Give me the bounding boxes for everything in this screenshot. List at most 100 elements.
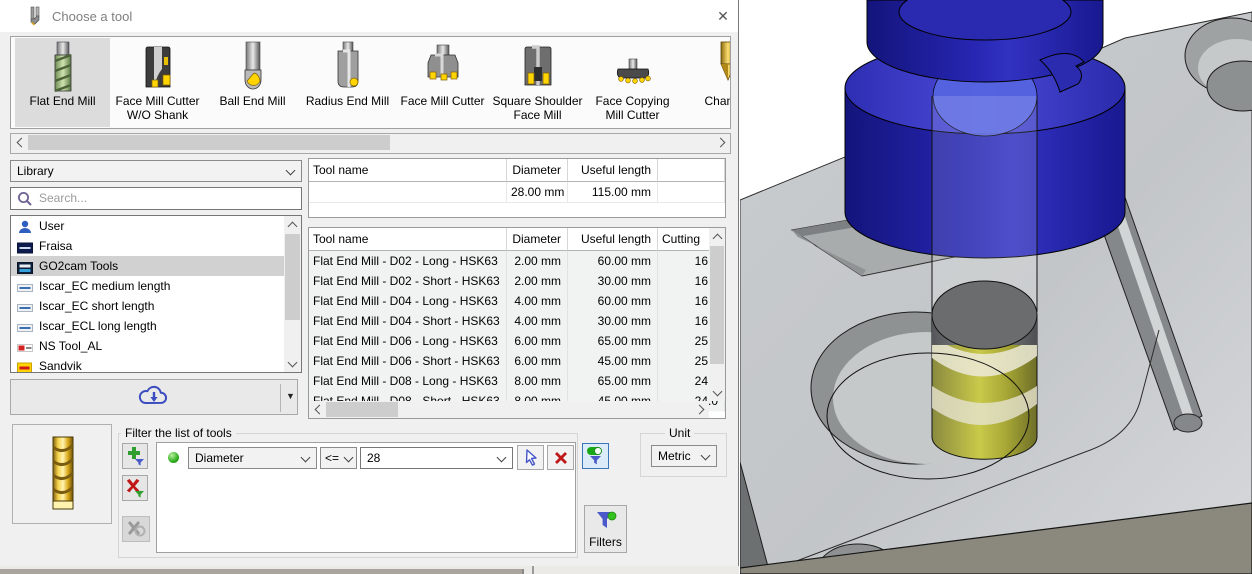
chamfer-tool-icon xyxy=(680,41,730,93)
tool-type-label: Flat End Mill xyxy=(29,94,96,108)
tool-strip-scrollbar[interactable] xyxy=(10,133,731,154)
library-list-item-label: Iscar_ECL long length xyxy=(39,319,157,333)
divider xyxy=(532,566,534,574)
tool-shank-and-flutes xyxy=(931,280,1038,460)
filters-funnel-icon xyxy=(596,511,616,528)
cad-3d-viewport[interactable] xyxy=(739,0,1252,574)
table-row[interactable]: Flat End Mill - D06 - Short - HSK63 6.00 … xyxy=(309,351,725,372)
table-cell xyxy=(309,182,507,203)
table-row[interactable]: Flat End Mill - D04 - Long - HSK63 4.00 m… xyxy=(309,291,725,312)
table-cell: 28.00 mm xyxy=(507,182,568,203)
choose-tool-dialog: Choose a tool ✕ Flat End Mill Face Mill C… xyxy=(0,0,739,567)
column-header[interactable]: Diameter xyxy=(507,159,568,182)
table-row[interactable]: Flat End Mill - D06 - Long - HSK63 6.00 m… xyxy=(309,331,725,352)
table-cell: 6.00 mm xyxy=(507,351,568,372)
library-list: User Fraisa GO2cam Tools Iscar_EC medium le… xyxy=(10,215,302,373)
column-header[interactable]: Tool name xyxy=(309,159,507,182)
tool-type-tile-face-mill-wo-shank[interactable]: Face Mill Cutter W/O Shank xyxy=(110,38,205,127)
library-list-item[interactable]: Iscar_ECL long length xyxy=(11,316,284,336)
library-list-item[interactable]: Iscar_EC short length xyxy=(11,296,284,316)
library-list-scrollbar[interactable] xyxy=(284,216,301,372)
add-filter-button[interactable] xyxy=(122,443,148,469)
library-combobox[interactable]: Library xyxy=(10,160,302,182)
column-header[interactable] xyxy=(658,159,725,182)
filter-operator-combobox[interactable]: <= xyxy=(320,447,357,469)
filters-button[interactable]: Filters xyxy=(584,505,627,553)
table-row[interactable]: 28.00 mm 115.00 mm xyxy=(309,182,725,203)
scrollbar-thumb[interactable] xyxy=(28,135,390,150)
filter-active-led xyxy=(168,452,179,463)
scrollbar-thumb[interactable] xyxy=(285,234,300,320)
tool-type-label: Face Mill Cutter W/O Shank xyxy=(115,94,200,122)
filter-enable-toggle-button[interactable] xyxy=(582,443,609,469)
pick-value-button[interactable] xyxy=(517,445,544,470)
table-row[interactable]: Flat End Mill - D08 - Long - HSK63 8.00 m… xyxy=(309,371,725,392)
toggle-funnel-icon xyxy=(586,447,602,465)
tool-type-tile-face-mill-cutter[interactable]: Face Mill Cutter xyxy=(395,38,490,127)
unit-groupbox-title: Unit xyxy=(665,426,695,440)
unit-groupbox: Unit Metric xyxy=(640,426,727,477)
clear-filter-button-disabled[interactable] xyxy=(122,516,150,542)
column-header[interactable]: Tool name xyxy=(309,228,507,251)
results-vscrollbar[interactable] xyxy=(709,228,725,401)
library-list-item[interactable]: Sandvik xyxy=(11,356,284,372)
scrollbar-thumb[interactable] xyxy=(326,402,398,417)
face-copying-mill-cutter-icon xyxy=(585,41,680,93)
tool-type-tile-face-copying-mill-cutter[interactable]: Face Copying Mill Cutter xyxy=(585,38,680,127)
tool-type-tile-ball-end-mill[interactable]: Ball End Mill xyxy=(205,38,300,127)
tool-type-tile-flat-end-mill[interactable]: Flat End Mill xyxy=(15,38,110,127)
delete-filter-row-button[interactable] xyxy=(547,445,574,470)
unit-combobox[interactable]: Metric xyxy=(651,445,717,467)
table-cell: Flat End Mill - D04 - Short - HSK63 xyxy=(309,311,507,332)
scroll-up-icon[interactable] xyxy=(709,228,725,245)
library-list-item[interactable]: Fraisa xyxy=(11,236,284,256)
download-library-button[interactable]: ▼ xyxy=(10,379,298,415)
download-dropdown-icon[interactable]: ▼ xyxy=(286,391,295,401)
nstool-logo xyxy=(17,340,33,352)
table-row[interactable]: Flat End Mill - D04 - Short - HSK63 4.00 … xyxy=(309,311,725,332)
scroll-left-icon[interactable] xyxy=(11,134,28,151)
library-list-item[interactable]: NS Tool_AL xyxy=(11,336,284,356)
close-icon[interactable]: ✕ xyxy=(710,4,736,28)
scroll-right-icon[interactable] xyxy=(713,134,730,151)
table-cell: Flat End Mill - D08 - Long - HSK63 xyxy=(309,371,507,392)
scroll-down-icon[interactable] xyxy=(709,384,725,401)
library-list-item[interactable]: GO2cam Tools xyxy=(11,256,284,276)
library-search-box[interactable]: Search... xyxy=(10,187,302,210)
library-list-item-label: NS Tool_AL xyxy=(39,339,103,353)
dialog-titlebar[interactable]: Choose a tool ✕ xyxy=(0,0,738,32)
tool-type-tile-chamfer-tool[interactable]: Chamfer xyxy=(680,38,730,127)
transparent-tool-shank xyxy=(931,96,1038,312)
table-cell: 30.00 mm xyxy=(568,271,658,292)
disabled-x-icon xyxy=(128,521,146,537)
square-shoulder-face-mill-icon xyxy=(490,41,585,93)
table-cell: 4.00 mm xyxy=(507,311,568,332)
scroll-left-icon[interactable] xyxy=(309,401,326,418)
results-hscrollbar[interactable] xyxy=(309,401,709,418)
table-row[interactable]: Flat End Mill - D02 - Short - HSK63 2.00 … xyxy=(309,271,725,292)
gold-end-mill-preview-icon xyxy=(41,435,85,518)
column-header[interactable]: Useful length xyxy=(568,159,658,182)
remove-filter-icon xyxy=(126,478,144,498)
table-row[interactable]: Flat End Mill - D02 - Long - HSK63 2.00 m… xyxy=(309,251,725,272)
table-cell: 30.00 mm xyxy=(568,311,658,332)
remove-filter-button[interactable] xyxy=(122,475,148,501)
library-list-item[interactable]: Iscar_EC medium length xyxy=(11,276,284,296)
scroll-right-icon[interactable] xyxy=(692,401,709,418)
table-cell: 60.00 mm xyxy=(568,251,658,272)
table-cell: 4.00 mm xyxy=(507,291,568,312)
column-header[interactable]: Useful length xyxy=(568,228,658,251)
scrollbar-thumb[interactable] xyxy=(710,246,724,364)
scroll-down-icon[interactable] xyxy=(284,355,301,372)
column-header[interactable]: Diameter xyxy=(507,228,568,251)
filter-value-combobox[interactable]: 28 xyxy=(360,447,513,469)
table-header-row: Tool name Diameter Useful length Cutting xyxy=(309,228,725,251)
table-cell: 60.00 mm xyxy=(568,291,658,312)
tool-type-label: Ball End Mill xyxy=(219,94,286,108)
tool-type-tile-radius-end-mill[interactable]: Radius End Mill xyxy=(300,38,395,127)
library-list-item[interactable]: User xyxy=(11,216,284,236)
filter-field-combobox[interactable]: Diameter xyxy=(188,447,317,469)
tool-type-tile-square-shoulder-face-mill[interactable]: Square Shoulder Face Mill xyxy=(490,38,585,127)
scroll-up-icon[interactable] xyxy=(284,216,301,233)
table-cell: 115.00 mm xyxy=(568,182,658,203)
